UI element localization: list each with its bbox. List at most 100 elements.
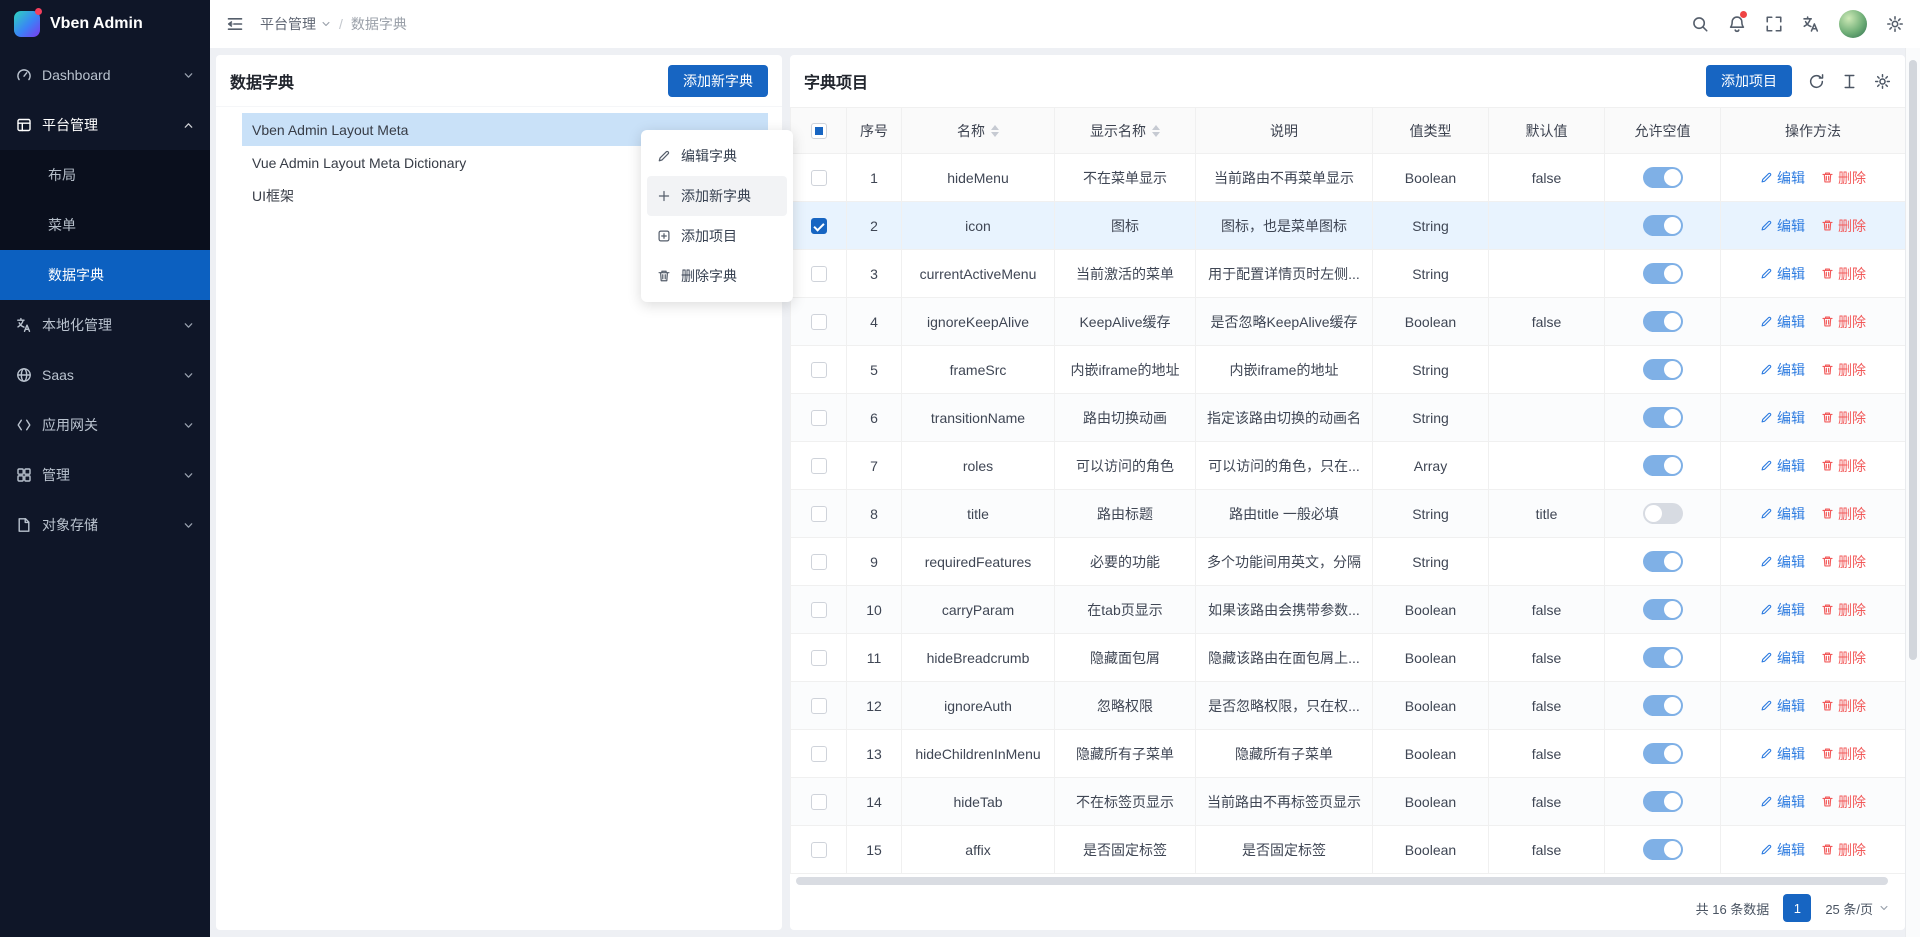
sidebar-subitem-menu[interactable]: 菜单 [0,200,210,250]
allow-empty-toggle[interactable] [1643,791,1683,812]
add-dictionary-button[interactable]: 添加新字典 [668,65,768,97]
row-height-icon[interactable] [1841,73,1858,90]
row-checkbox[interactable] [811,602,827,618]
allow-empty-toggle[interactable] [1643,599,1683,620]
edit-button[interactable]: 编辑 [1760,648,1805,668]
allow-empty-toggle[interactable] [1643,455,1683,476]
sidebar-item-management[interactable]: 管理 [0,450,210,500]
allow-empty-toggle[interactable] [1643,167,1683,188]
delete-button[interactable]: 删除 [1821,504,1866,524]
row-checkbox[interactable] [811,698,827,714]
sidebar-item-localization[interactable]: 本地化管理 [0,300,210,350]
column-header-display[interactable]: 显示名称 [1055,108,1196,154]
menu-fold-icon[interactable] [226,15,244,33]
row-checkbox[interactable] [811,554,827,570]
column-settings-gear-icon[interactable] [1874,73,1891,90]
context-menu-item[interactable]: 添加项目 [647,216,787,256]
fullscreen-icon[interactable] [1765,15,1783,33]
delete-button[interactable]: 删除 [1821,792,1866,812]
row-checkbox[interactable] [811,266,827,282]
row-checkbox[interactable] [811,410,827,426]
edit-button[interactable]: 编辑 [1760,600,1805,620]
allow-empty-toggle[interactable] [1643,263,1683,284]
allow-empty-toggle[interactable] [1643,695,1683,716]
edit-button[interactable]: 编辑 [1760,456,1805,476]
add-item-button[interactable]: 添加项目 [1706,65,1792,97]
edit-button[interactable]: 编辑 [1760,312,1805,332]
context-menu-item[interactable]: 删除字典 [647,256,787,296]
edit-button[interactable]: 编辑 [1760,360,1805,380]
cell-value-type: String [1373,250,1489,298]
edit-button[interactable]: 编辑 [1760,840,1805,860]
notifications-button[interactable] [1728,15,1746,33]
column-header-name[interactable]: 名称 [902,108,1055,154]
row-checkbox[interactable] [811,842,827,858]
delete-button[interactable]: 删除 [1821,648,1866,668]
delete-button[interactable]: 删除 [1821,696,1866,716]
refresh-icon[interactable] [1808,73,1825,90]
row-checkbox[interactable] [811,794,827,810]
edit-button[interactable]: 编辑 [1760,216,1805,236]
allow-empty-toggle[interactable] [1643,647,1683,668]
allow-empty-toggle[interactable] [1643,503,1683,524]
allow-empty-toggle[interactable] [1643,551,1683,572]
row-checkbox[interactable] [811,650,827,666]
page-size-select[interactable]: 25 条/页 [1825,899,1889,918]
delete-button[interactable]: 删除 [1821,552,1866,572]
search-icon[interactable] [1691,15,1709,33]
edit-button[interactable]: 编辑 [1760,264,1805,284]
delete-button[interactable]: 删除 [1821,168,1866,188]
edit-button[interactable]: 编辑 [1760,504,1805,524]
sidebar-item-saas[interactable]: Saas [0,350,210,400]
sidebar-subitem-layout[interactable]: 布局 [0,150,210,200]
context-menu-item[interactable]: 添加新字典 [647,176,787,216]
sidebar-item-dashboard[interactable]: Dashboard [0,50,210,100]
sidebar-item-object-storage[interactable]: 对象存储 [0,500,210,550]
row-actions: 编辑删除 [1729,408,1897,428]
delete-button[interactable]: 删除 [1821,744,1866,764]
delete-button[interactable]: 删除 [1821,216,1866,236]
edit-button[interactable]: 编辑 [1760,168,1805,188]
edit-button[interactable]: 编辑 [1760,696,1805,716]
sidebar-item-platform[interactable]: 平台管理 [0,100,210,150]
delete-button[interactable]: 删除 [1821,360,1866,380]
translate-icon[interactable] [1802,15,1820,33]
allow-empty-toggle[interactable] [1643,311,1683,332]
row-checkbox[interactable] [811,458,827,474]
edit-button[interactable]: 编辑 [1760,792,1805,812]
sidebar-subitem-data-dictionary[interactable]: 数据字典 [0,250,210,300]
allow-empty-toggle[interactable] [1643,359,1683,380]
allow-empty-toggle[interactable] [1643,407,1683,428]
context-menu-item[interactable]: 编辑字典 [647,136,787,176]
sort-carets-icon[interactable] [1152,125,1160,137]
select-all-checkbox[interactable] [811,123,827,139]
app-logo[interactable]: Vben Admin [0,0,210,48]
avatar[interactable] [1839,10,1867,38]
row-checkbox[interactable] [811,506,827,522]
row-checkbox[interactable] [811,170,827,186]
vertical-scrollbar-thumb[interactable] [1909,60,1917,660]
row-checkbox[interactable] [811,218,827,234]
delete-button[interactable]: 删除 [1821,456,1866,476]
sidebar-item-gateway[interactable]: 应用网关 [0,400,210,450]
sort-carets-icon[interactable] [991,125,999,137]
delete-button[interactable]: 删除 [1821,600,1866,620]
row-checkbox[interactable] [811,362,827,378]
row-checkbox[interactable] [811,746,827,762]
delete-button[interactable]: 删除 [1821,408,1866,428]
edit-button[interactable]: 编辑 [1760,408,1805,428]
settings-gear-icon[interactable] [1886,15,1904,33]
allow-empty-toggle[interactable] [1643,839,1683,860]
edit-button[interactable]: 编辑 [1760,744,1805,764]
edit-button[interactable]: 编辑 [1760,552,1805,572]
delete-button[interactable]: 删除 [1821,312,1866,332]
horizontal-scrollbar-thumb[interactable] [796,877,1888,885]
trash-icon [1821,459,1834,472]
delete-button[interactable]: 删除 [1821,840,1866,860]
allow-empty-toggle[interactable] [1643,743,1683,764]
delete-button[interactable]: 删除 [1821,264,1866,284]
breadcrumb-item-platform[interactable]: 平台管理 [260,14,331,34]
allow-empty-toggle[interactable] [1643,215,1683,236]
pagination-page-1[interactable]: 1 [1783,894,1811,922]
row-checkbox[interactable] [811,314,827,330]
